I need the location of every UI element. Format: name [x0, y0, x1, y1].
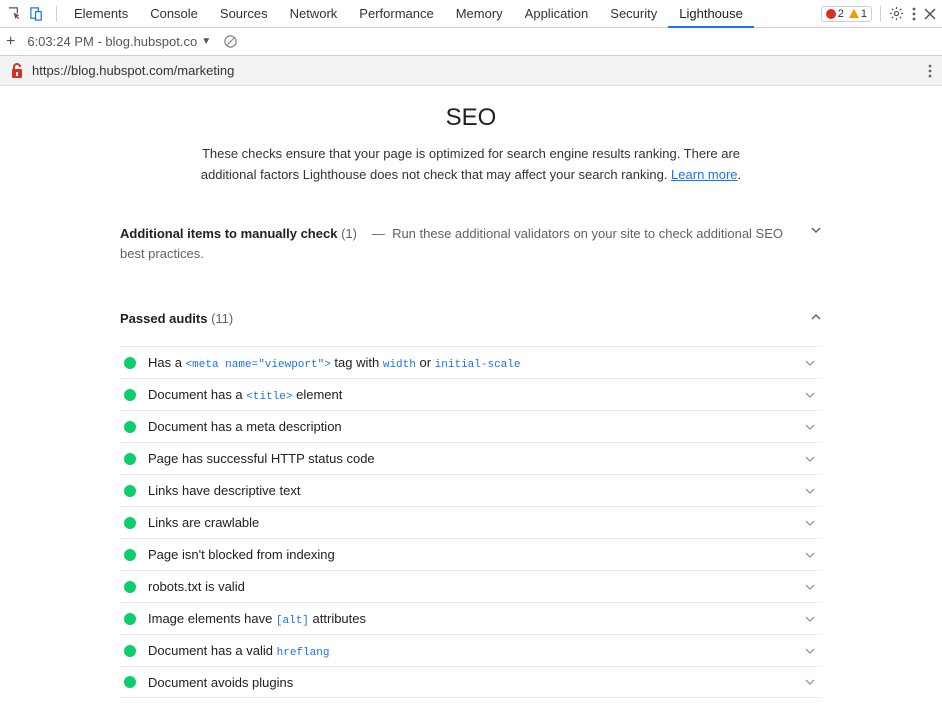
audit-title: Image elements have [alt] attributes — [148, 611, 366, 627]
audit-title: Document avoids plugins — [148, 675, 293, 690]
error-icon — [826, 9, 836, 19]
audit-title: Page has successful HTTP status code — [148, 451, 375, 466]
tab-network[interactable]: Network — [279, 0, 349, 28]
audit-title: Links are crawlable — [148, 515, 259, 530]
audit-row[interactable]: Page has successful HTTP status code — [120, 442, 822, 474]
error-warning-badge[interactable]: 2 1 — [821, 6, 872, 22]
passed-audits-list: Has a <meta name="viewport"> tag with wi… — [120, 346, 822, 698]
tab-sources[interactable]: Sources — [209, 0, 279, 28]
pass-icon — [124, 581, 136, 593]
audit-title: Page isn't blocked from indexing — [148, 547, 335, 562]
tab-security[interactable]: Security — [599, 0, 668, 28]
tab-application[interactable]: Application — [514, 0, 600, 28]
audit-row[interactable]: Links are crawlable — [120, 506, 822, 538]
chevron-down-icon — [804, 645, 822, 657]
settings-icon[interactable] — [889, 6, 904, 21]
audit-row[interactable]: Page isn't blocked from indexing — [120, 538, 822, 570]
chevron-down-icon: ▼ — [201, 36, 211, 47]
divider — [56, 6, 57, 22]
audit-row[interactable]: Links have descriptive text — [120, 474, 822, 506]
tab-elements[interactable]: Elements — [63, 0, 139, 28]
warning-icon — [849, 9, 859, 18]
pass-icon — [124, 517, 136, 529]
audit-row[interactable]: Document has a valid hreflang — [120, 634, 822, 666]
lighthouse-toolbar: + 6:03:24 PM - blog.hubspot.co ▼ — [0, 28, 942, 56]
learn-more-link[interactable]: Learn more — [671, 167, 737, 182]
tab-lighthouse[interactable]: Lighthouse — [668, 0, 754, 28]
report-label: 6:03:24 PM - blog.hubspot.co — [27, 34, 197, 49]
tab-performance[interactable]: Performance — [348, 0, 444, 28]
pass-icon — [124, 421, 136, 433]
chevron-down-icon — [804, 389, 822, 401]
pass-icon — [124, 485, 136, 497]
clear-icon[interactable] — [223, 34, 238, 49]
report-selector[interactable]: 6:03:24 PM - blog.hubspot.co ▼ — [27, 34, 211, 49]
category-description: These checks ensure that your page is op… — [191, 144, 751, 186]
chevron-down-icon — [804, 549, 822, 561]
pass-icon — [124, 549, 136, 561]
audit-row[interactable]: Image elements have [alt] attributes — [120, 602, 822, 634]
pass-icon — [124, 613, 136, 625]
manual-checks-section[interactable]: Additional items to manually check (1) —… — [120, 216, 822, 274]
divider — [880, 6, 881, 22]
audit-row[interactable]: robots.txt is valid — [120, 570, 822, 602]
pass-icon — [124, 389, 136, 401]
chevron-down-icon — [804, 453, 822, 465]
tab-console[interactable]: Console — [139, 0, 209, 28]
audit-title: Document has a valid hreflang — [148, 643, 329, 659]
devtools-tabbar: ElementsConsoleSourcesNetworkPerformance… — [0, 0, 942, 28]
lighthouse-report: SEO These checks ensure that your page i… — [0, 86, 942, 728]
inspect-icon[interactable] — [6, 6, 22, 22]
audit-row[interactable]: Has a <meta name="viewport"> tag with wi… — [120, 346, 822, 378]
manual-count: (1) — [341, 226, 357, 241]
desc-period: . — [738, 167, 742, 182]
audit-title: robots.txt is valid — [148, 579, 245, 594]
report-menu-icon[interactable] — [928, 64, 932, 78]
pass-icon — [124, 676, 136, 688]
category-heading: SEO — [120, 104, 822, 132]
tab-memory[interactable]: Memory — [445, 0, 514, 28]
error-count: 2 — [838, 8, 844, 20]
url-bar: https://blog.hubspot.com/marketing — [0, 56, 942, 86]
dash: — — [372, 226, 385, 241]
panel-tabs: ElementsConsoleSourcesNetworkPerformance… — [63, 0, 821, 28]
passed-title: Passed audits — [120, 311, 207, 326]
manual-title: Additional items to manually check — [120, 226, 337, 241]
audit-title: Document has a <title> element — [148, 387, 342, 403]
chevron-down-icon — [804, 421, 822, 433]
device-toggle-icon[interactable] — [28, 6, 44, 22]
pass-icon — [124, 357, 136, 369]
audit-title: Has a <meta name="viewport"> tag with wi… — [148, 355, 520, 371]
audit-row[interactable]: Document avoids plugins — [120, 666, 822, 698]
more-icon[interactable] — [912, 7, 916, 21]
close-icon[interactable] — [924, 8, 936, 20]
desc-text: These checks ensure that your page is op… — [201, 146, 740, 182]
page-url: https://blog.hubspot.com/marketing — [32, 63, 920, 78]
insecure-icon — [10, 62, 24, 80]
audit-row[interactable]: Document has a meta description — [120, 410, 822, 442]
chevron-down-icon — [804, 485, 822, 497]
warning-count: 1 — [861, 8, 867, 20]
chevron-down-icon — [804, 581, 822, 593]
tabbar-right: 2 1 — [821, 6, 936, 22]
pass-icon — [124, 645, 136, 657]
chevron-up-icon — [810, 311, 822, 323]
pass-icon — [124, 453, 136, 465]
chevron-down-icon — [810, 224, 822, 236]
passed-count: (11) — [211, 311, 233, 326]
new-report-icon[interactable]: + — [6, 33, 15, 51]
chevron-down-icon — [804, 357, 822, 369]
audit-title: Document has a meta description — [148, 419, 342, 434]
chevron-down-icon — [804, 517, 822, 529]
chevron-down-icon — [804, 676, 822, 688]
audit-title: Links have descriptive text — [148, 483, 300, 498]
audit-row[interactable]: Document has a <title> element — [120, 378, 822, 410]
chevron-down-icon — [804, 613, 822, 625]
passed-audits-section[interactable]: Passed audits (11) — [120, 303, 822, 334]
